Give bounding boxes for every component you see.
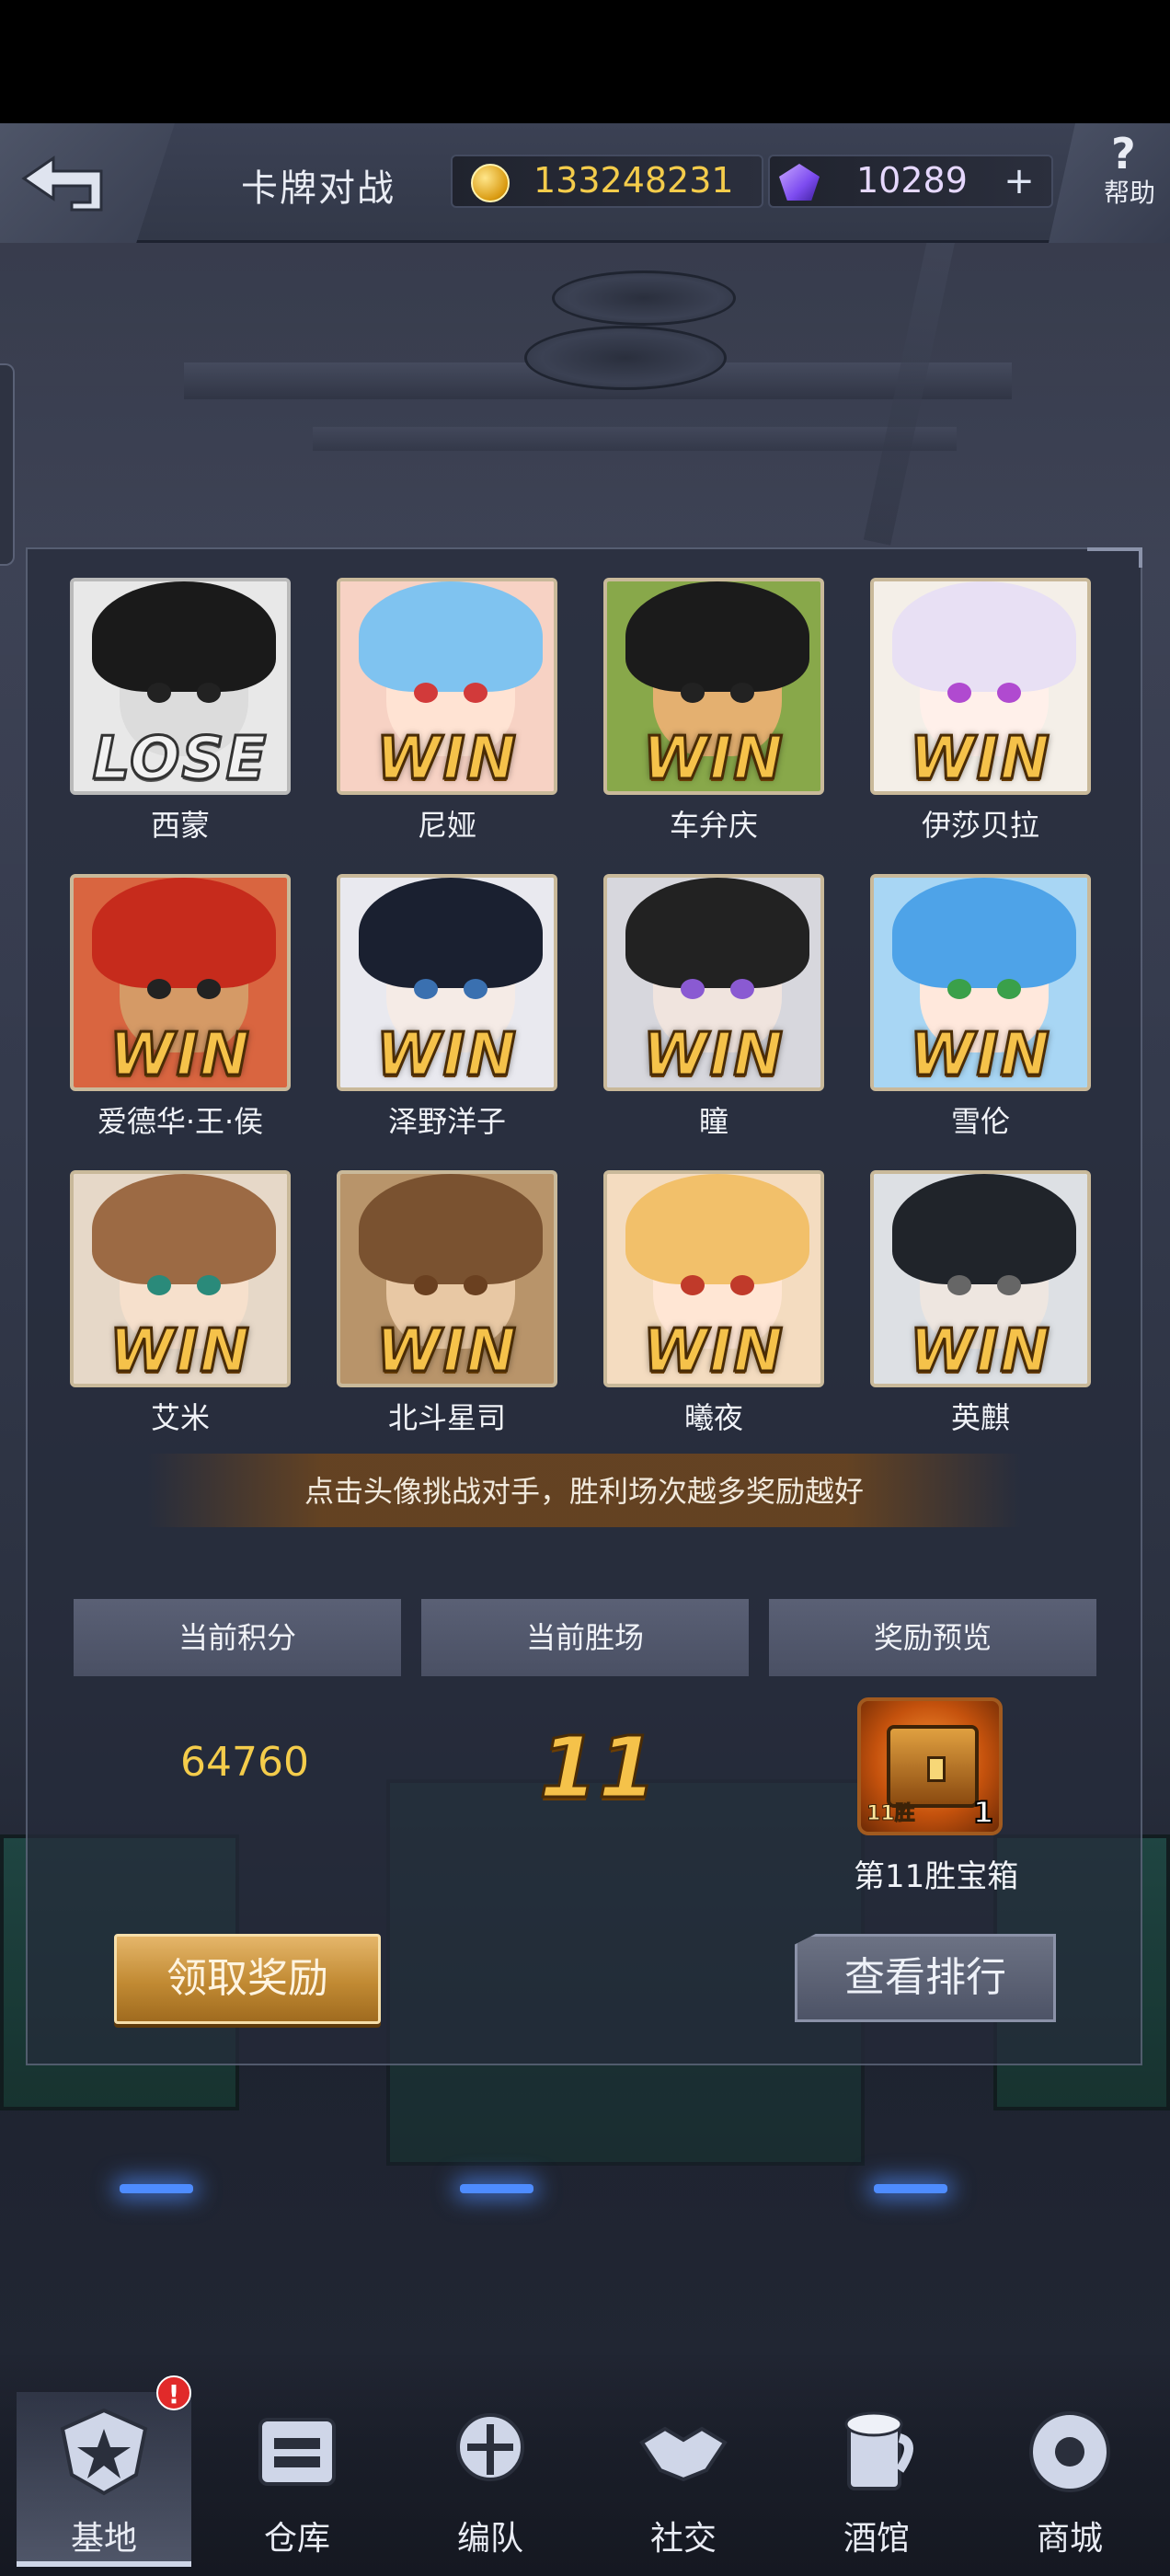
result-badge: LOSE — [91, 725, 269, 793]
formation-icon — [440, 2401, 541, 2502]
nav-label: 社交 — [649, 2520, 717, 2558]
result-badge: WIN — [109, 1021, 251, 1089]
opponent-name: 雪伦 — [950, 1104, 1010, 1139]
shop-icon — [1019, 2401, 1120, 2502]
opponent-card[interactable]: WIN 泽野洋子 — [337, 874, 557, 1139]
opponent-name: 北斗星司 — [387, 1400, 506, 1435]
nav-item-1[interactable]: 基地 — [17, 2392, 191, 2567]
opponent-portrait[interactable]: WIN — [603, 1170, 824, 1387]
base-alert-badge: ! — [156, 2375, 191, 2410]
result-badge: WIN — [109, 1317, 251, 1386]
opponent-portrait[interactable]: WIN — [337, 1170, 557, 1387]
nav-item-3[interactable]: 编队 — [403, 2392, 578, 2567]
current-score: 64760 — [180, 1739, 309, 1786]
reward-header: 奖励预览 — [769, 1599, 1096, 1676]
opponent-card[interactable]: WIN 英麒 — [870, 1170, 1091, 1435]
opponent-name: 瞳 — [698, 1104, 728, 1139]
opponent-card[interactable]: WIN 爱德华·王·侯 — [70, 874, 291, 1139]
wins-header: 当前胜场 — [421, 1599, 749, 1676]
opponent-card[interactable]: WIN 瞳 — [603, 874, 824, 1139]
reward-name: 第11胜宝箱 — [854, 1858, 1019, 1895]
nav-item-6[interactable]: 商城 — [982, 2392, 1157, 2567]
opponent-name: 泽野洋子 — [387, 1104, 506, 1139]
opponent-name: 伊莎贝拉 — [921, 808, 1039, 843]
reward-count: 1 — [972, 1794, 994, 1831]
back-arrow-icon — [21, 155, 103, 212]
opponent-portrait[interactable]: WIN — [70, 1170, 291, 1387]
help-label: 帮助 — [1104, 178, 1156, 208]
page-title: 卡牌对战 — [241, 167, 396, 210]
tavern-icon — [826, 2401, 927, 2502]
opponent-portrait[interactable]: WIN — [337, 874, 557, 1091]
reward-chest[interactable]: 11胜 1 — [857, 1697, 1003, 1835]
nav-item-2[interactable]: 仓库 — [210, 2392, 384, 2567]
view-ranking-button[interactable]: 查看排行 — [795, 1934, 1056, 2022]
add-gems-button[interactable]: + — [995, 163, 1043, 201]
nav-label: 仓库 — [263, 2520, 330, 2558]
opponent-card[interactable]: WIN 北斗星司 — [337, 1170, 557, 1435]
nav-label: 基地 — [70, 2520, 137, 2558]
opponent-card[interactable]: WIN 车弁庆 — [603, 578, 824, 843]
warehouse-icon — [247, 2401, 348, 2502]
opponent-portrait[interactable]: LOSE — [70, 578, 291, 795]
opponent-name: 英麒 — [950, 1400, 1010, 1435]
reward-tag: 11胜 — [866, 1802, 916, 1826]
result-badge: WIN — [375, 1317, 518, 1386]
status-bar — [0, 0, 1170, 123]
current-wins: 11 — [537, 1718, 658, 1819]
chest-icon — [887, 1725, 979, 1808]
hint-text: 点击头像挑战对手，胜利场次越多奖励越好 — [304, 1474, 864, 1509]
opponent-card[interactable]: WIN 雪伦 — [870, 874, 1091, 1139]
result-badge: WIN — [642, 1317, 785, 1386]
hint-banner: 点击头像挑战对手，胜利场次越多奖励越好 — [147, 1454, 1021, 1527]
result-badge: WIN — [375, 725, 518, 793]
claim-reward-button[interactable]: 领取奖励 — [114, 1934, 381, 2024]
base-icon — [53, 2401, 155, 2502]
opponent-name: 西蒙 — [150, 808, 210, 843]
opponent-name: 艾米 — [150, 1400, 210, 1435]
coin-value: 133248231 — [533, 160, 734, 201]
opponent-portrait[interactable]: WIN — [870, 1170, 1091, 1387]
score-header: 当前积分 — [74, 1599, 401, 1676]
side-drawer-handle[interactable] — [0, 363, 15, 566]
help-icon: ? — [1111, 129, 1136, 178]
opponent-name: 车弁庆 — [669, 808, 758, 843]
nav-item-4[interactable]: 社交 — [596, 2392, 771, 2567]
coin-counter: 133248231 — [451, 155, 763, 208]
opponent-portrait[interactable]: WIN — [70, 874, 291, 1091]
opponent-portrait[interactable]: WIN — [603, 874, 824, 1091]
opponent-name: 爱德华·王·侯 — [97, 1104, 264, 1139]
nav-label: 编队 — [456, 2520, 523, 2558]
nav-item-5[interactable]: 酒馆 — [789, 2392, 964, 2567]
opponent-card[interactable]: WIN 尼娅 — [337, 578, 557, 843]
result-badge: WIN — [909, 1317, 1051, 1386]
opponent-name: 尼娅 — [417, 808, 476, 843]
result-badge: WIN — [375, 1021, 518, 1089]
handshake-icon — [633, 2401, 734, 2502]
opponent-card[interactable]: LOSE 西蒙 — [70, 578, 291, 843]
result-badge: WIN — [642, 1021, 785, 1089]
opponent-portrait[interactable]: WIN — [870, 578, 1091, 795]
result-badge: WIN — [909, 725, 1051, 793]
gem-value: 10289 — [856, 160, 968, 201]
nav-label: 商城 — [1036, 2520, 1103, 2558]
result-badge: WIN — [642, 725, 785, 793]
opponent-card[interactable]: WIN 艾米 — [70, 1170, 291, 1435]
opponent-portrait[interactable]: WIN — [603, 578, 824, 795]
nav-label: 酒馆 — [843, 2520, 910, 2558]
opponent-portrait[interactable]: WIN — [337, 578, 557, 795]
opponent-portrait[interactable]: WIN — [870, 874, 1091, 1091]
opponent-card[interactable]: WIN 伊莎贝拉 — [870, 578, 1091, 843]
opponent-name: 曦夜 — [683, 1400, 743, 1435]
opponent-card[interactable]: WIN 曦夜 — [603, 1170, 824, 1435]
gem-icon — [779, 164, 820, 201]
coin-icon — [471, 164, 510, 202]
result-badge: WIN — [909, 1021, 1051, 1089]
